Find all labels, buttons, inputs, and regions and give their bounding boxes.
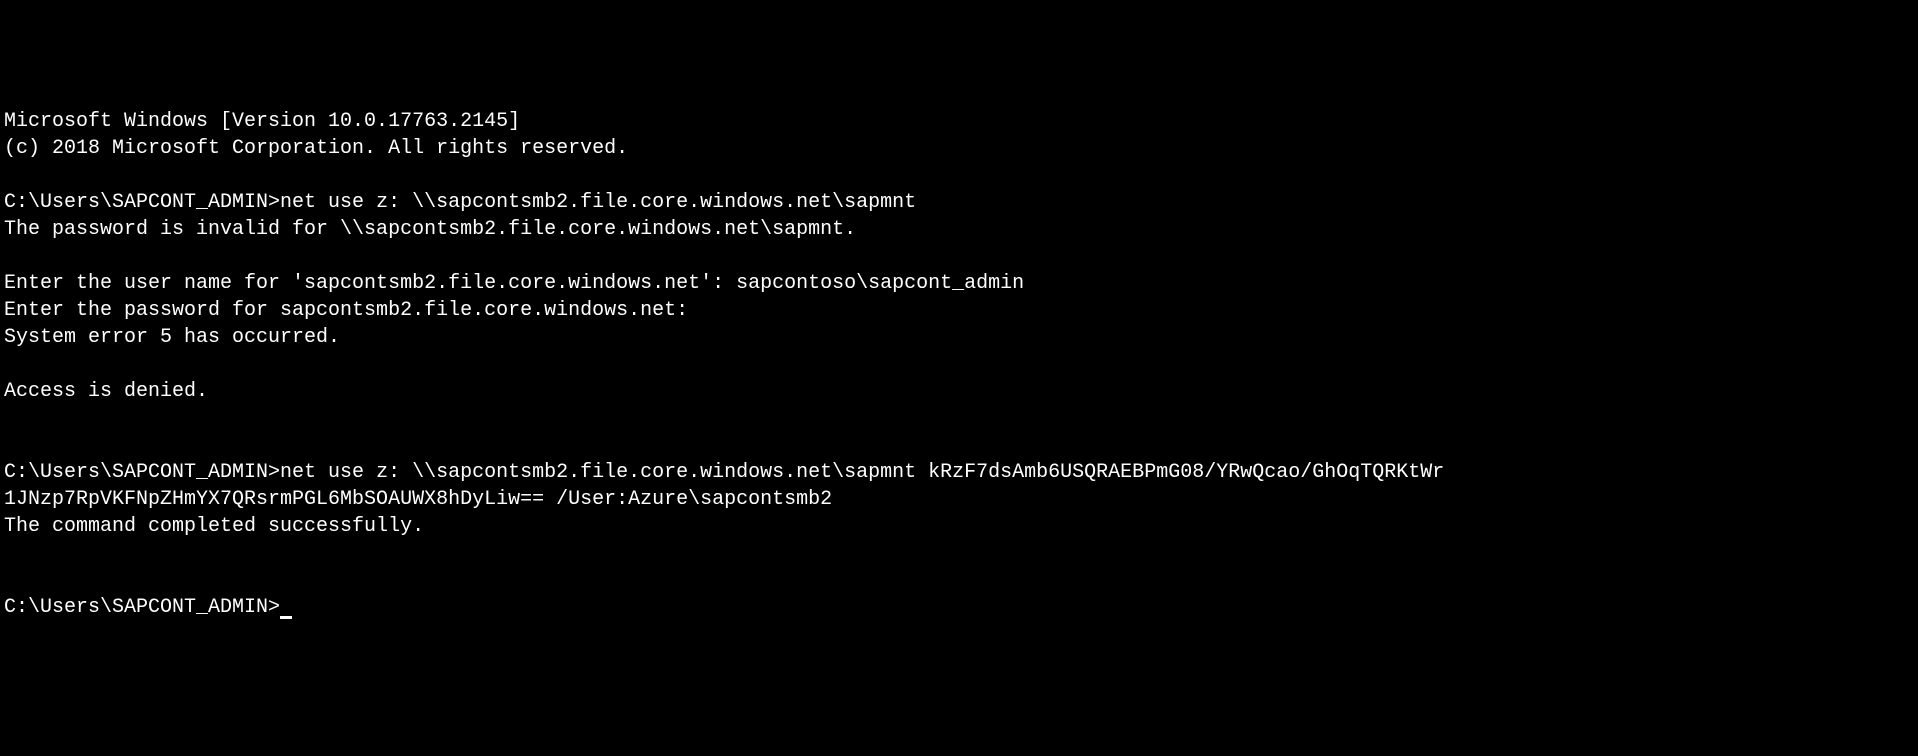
prompt-path: C:\Users\SAPCONT_ADMIN> — [4, 461, 280, 484]
copyright-line: (c) 2018 Microsoft Corporation. All righ… — [4, 137, 628, 160]
terminal-window[interactable]: Microsoft Windows [Version 10.0.17763.21… — [0, 108, 1918, 621]
output-line: The command completed successfully. — [4, 515, 424, 538]
command-input-continuation: 1JNzp7RpVKFNpZHmYX7QRsrmPGL6MbSOAUWX8hDy… — [4, 488, 832, 511]
output-line: System error 5 has occurred. — [4, 326, 340, 349]
output-line: Enter the user name for 'sapcontsmb2.fil… — [4, 272, 1024, 295]
cursor-icon — [280, 616, 292, 619]
output-line: Access is denied. — [4, 380, 208, 403]
output-line: Enter the password for sapcontsmb2.file.… — [4, 299, 688, 322]
version-line: Microsoft Windows [Version 10.0.17763.21… — [4, 110, 520, 133]
output-line: The password is invalid for \\sapcontsmb… — [4, 218, 856, 241]
prompt-path: C:\Users\SAPCONT_ADMIN> — [4, 596, 280, 619]
command-input: net use z: \\sapcontsmb2.file.core.windo… — [280, 191, 916, 214]
prompt-path: C:\Users\SAPCONT_ADMIN> — [4, 191, 280, 214]
command-input: net use z: \\sapcontsmb2.file.core.windo… — [280, 461, 1444, 484]
